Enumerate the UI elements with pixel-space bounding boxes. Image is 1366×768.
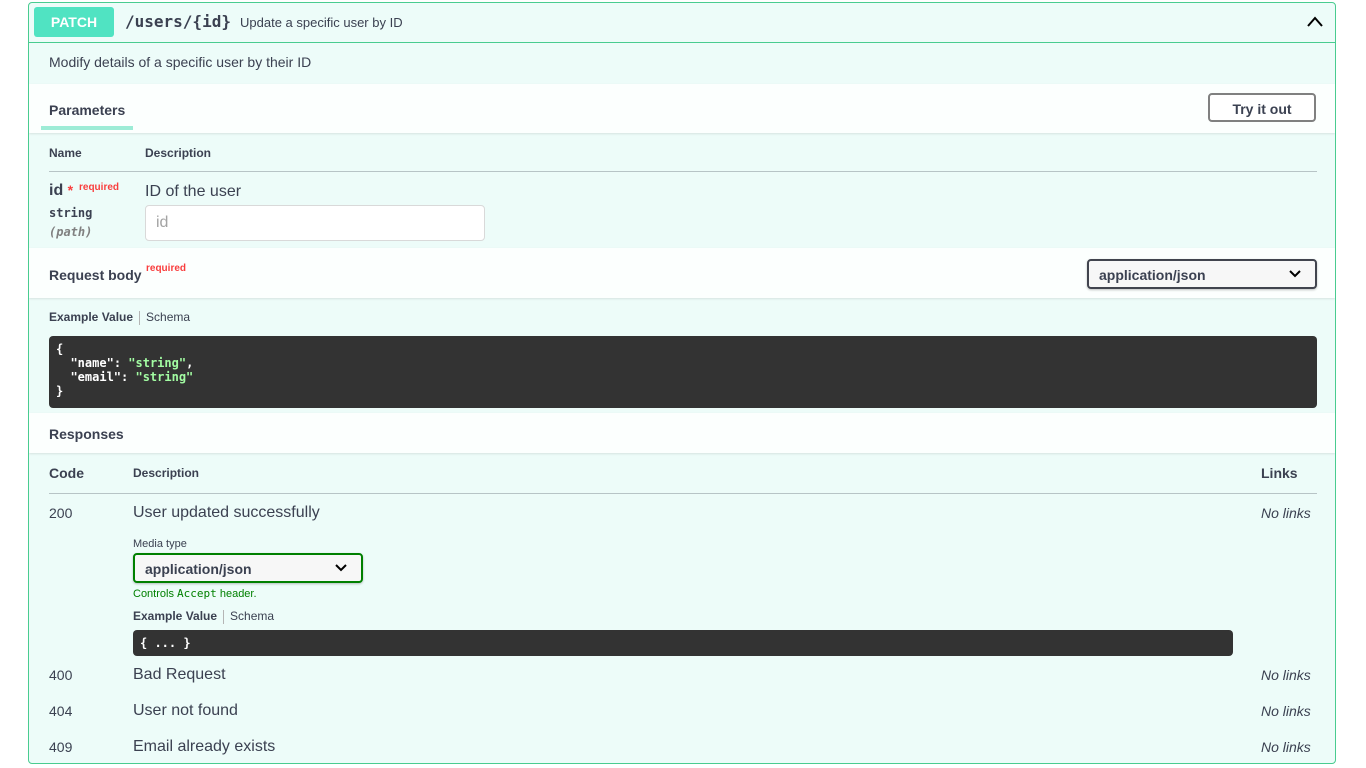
operation-summary[interactable]: PATCH /users/{id} Update a specific user… (29, 3, 1335, 43)
response-description: User updated successfully (133, 504, 320, 521)
request-example-tabs: Example Value Schema (49, 310, 190, 325)
operation-summary-text: Update a specific user by ID (240, 15, 403, 30)
parameter-description: ID of the user (145, 183, 242, 200)
request-content-type-select[interactable]: application/json (1087, 259, 1317, 289)
response-links: No links (1261, 505, 1311, 521)
responses-title: Responses (49, 426, 124, 442)
tab-active-indicator (41, 126, 133, 130)
response-links: No links (1261, 739, 1311, 755)
tab-schema[interactable]: Schema (146, 310, 190, 324)
response-example-code[interactable]: { ... } (133, 630, 1233, 656)
parameter-name: id * (49, 182, 74, 199)
request-body-required-label: required (146, 263, 187, 274)
tab-separator (139, 310, 141, 325)
column-header-links: Links (1261, 465, 1298, 481)
chevron-down-icon (335, 564, 347, 572)
controls-accept-hint: Controls Accept header. (133, 587, 257, 600)
parameter-location: (path) (49, 225, 93, 239)
response-code: 404 (49, 703, 73, 719)
response-example-tabs: Example Value Schema (133, 609, 274, 624)
chevron-up-icon[interactable] (1304, 11, 1326, 33)
response-description: Bad Request (133, 666, 226, 683)
response-code: 400 (49, 667, 73, 683)
response-links: No links (1261, 703, 1311, 719)
tab-separator (223, 609, 225, 624)
response-code: 409 (49, 739, 73, 755)
http-method-badge: PATCH (34, 7, 114, 37)
column-header-name: Name (49, 146, 82, 160)
id-input[interactable] (145, 205, 485, 241)
divider (49, 493, 1317, 494)
column-header-response-description: Description (133, 466, 200, 480)
tab-parameters[interactable]: Parameters (49, 102, 125, 118)
chevron-down-icon (1289, 270, 1301, 278)
request-body-title: Request body (49, 267, 142, 283)
media-type-label: Media type (133, 538, 187, 550)
required-star: * (67, 182, 74, 198)
operation-block: PATCH /users/{id} Update a specific user… (28, 2, 1336, 764)
response-description: User not found (133, 702, 238, 719)
tab-example-value[interactable]: Example Value (49, 310, 133, 324)
request-body-header: Request body required application/json (29, 248, 1335, 298)
tab-schema[interactable]: Schema (230, 609, 274, 623)
response-description: Email already exists (133, 738, 276, 755)
endpoint-path: /users/{id} (125, 12, 231, 31)
response-links: No links (1261, 667, 1311, 683)
parameters-header: Parameters Try it out (29, 84, 1335, 133)
responses-header: Responses (29, 413, 1335, 453)
response-code: 200 (49, 505, 73, 521)
column-header-code: Code (49, 465, 84, 481)
tab-example-value[interactable]: Example Value (133, 609, 217, 623)
parameter-type: string (49, 206, 93, 220)
operation-description: Modify details of a specific user by the… (49, 54, 312, 70)
divider (49, 171, 1317, 172)
column-header-description: Description (145, 146, 212, 160)
try-it-out-button[interactable]: Try it out (1208, 93, 1316, 122)
required-label: required (79, 182, 120, 193)
request-example-code: { "name": "string", "email": "string" } (49, 336, 1317, 408)
response-media-type-select[interactable]: application/json (133, 553, 363, 583)
